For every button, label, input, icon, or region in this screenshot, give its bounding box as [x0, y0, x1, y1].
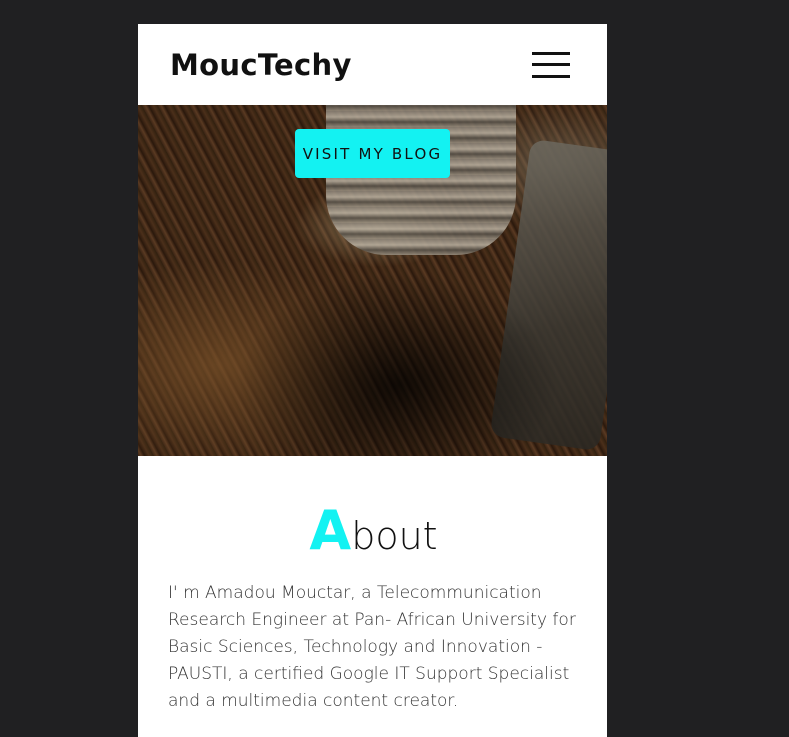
about-section: About I' m Amadou Mouctar, a Telecommuni… [138, 456, 607, 715]
hamburger-line [532, 51, 570, 55]
visit-blog-button[interactable]: VISIT MY BLOG [295, 129, 450, 178]
about-paragraph: I' m Amadou Mouctar, a Telecommunication… [168, 583, 576, 711]
about-heading: About [168, 504, 579, 558]
site-logo-text[interactable]: MoucTechy [170, 48, 352, 82]
about-heading-rest: bout [351, 514, 438, 558]
hero-banner: VISIT MY BLOG [138, 105, 607, 456]
hamburger-menu-icon[interactable] [532, 51, 570, 78]
mobile-viewport: MoucTechy VISIT MY BLOG About I' m Amado… [138, 24, 607, 737]
hamburger-line [532, 74, 570, 78]
about-heading-initial: A [309, 499, 352, 562]
hamburger-line [532, 63, 570, 66]
site-header: MoucTechy [138, 24, 607, 105]
